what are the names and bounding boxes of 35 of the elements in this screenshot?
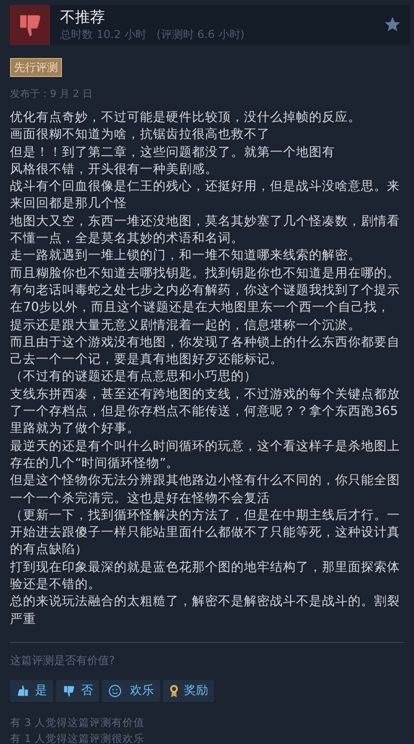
review-paragraph: 有句老话叫毒蛇之处七步之内必有解药，你这个谜题我找到了个提示在70步以外，而且这个谜题还是在大地图里东一个西一个自己找， (10, 280, 401, 316)
review-paragraph: 走一路就遇到一堆上锁的门，和一堆不知道哪来线索的解密。 (10, 246, 362, 264)
review-paragraph: 打到现在印象最深的就是蓝色花那个图的地牢结构了，那里面探索体验还是不错的。 (10, 558, 401, 592)
playtime-text: 总时数 10.2 小时 (60, 27, 146, 42)
thumb-down-button[interactable]: 否 (56, 680, 99, 702)
vote-count-text: 有 1 人觉得这篇评测很欢乐 (10, 732, 146, 744)
review-paragraph: 但是！！到了第二章，这些问题都没了。就第一个地图有 (10, 142, 336, 160)
verdict-title: 不推荐 (60, 8, 106, 27)
helpful-question: 这篇评测是否有价值? (10, 652, 116, 668)
review-paragraph: 但是这个怪物你无法分辨跟其他路边小怪有什么不同的，你只能全图一个一个杀完清完。这也是好在怪物不会复活 (10, 471, 401, 506)
review-paragraph: 战斗有个回血很像是仁王的残心，还挺好用，但是战斗没啥意思。来来回回都是那几个怪 (10, 177, 401, 212)
smile-button[interactable]: 欢乐 (102, 680, 160, 702)
thumb-down-icon (62, 684, 76, 698)
review-paragraph: 提示还是跟大量无意义剧情混着一起的，信息堪称一个沉淤。 (10, 316, 362, 333)
review-paragraph: 地图大又空，东西一堆还没地图，莫名其妙塞了几个怪凑数，剧情看不懂一点，全是莫名其妙的术语和名词。 (10, 212, 401, 246)
star-icon[interactable] (384, 16, 401, 33)
review-paragraph: （不过有的谜题还是有点意思和小巧思的） (10, 367, 258, 385)
thumb-up-button[interactable]: 是 (10, 680, 53, 702)
review-paragraph: 而且糊脸你也不知道去哪找钥匙。找到钥匙你也不知道是用在哪的。 (10, 264, 401, 281)
review-paragraph: 风格很不错，开头很有一种美剧感。 (10, 160, 219, 178)
posted-date: 发布于：9 月 2 日 (10, 88, 94, 101)
review-paragraph: （更新一下，找到循环怪解决的方法了，但是在中期主线后才行。一开始进去跟傻子一样只能站里面什么都做不了只能等死，这种设计真的有点缺陷） (10, 506, 401, 558)
award-button[interactable]: 奖励 (163, 680, 214, 702)
thumb-up-icon (16, 684, 30, 698)
medal-icon (169, 684, 179, 698)
review-paragraph: 最逆天的还是有个叫什么时间循环的玩意，这个看这样子是杀地图上存在的几个“时间循环怪物”。 (10, 436, 401, 472)
early-access-badge: 先行评测 (10, 58, 62, 77)
smiley-icon (108, 684, 122, 698)
review-paragraph: 总的来说玩法融合的太粗糙了，解密不是解密战斗不是战斗的。割裂严重 (10, 592, 401, 627)
playtime-at-review-text: (评测时 6.6 小时) (156, 27, 245, 42)
vote-count-text: 有 3 人觉得这篇评测有价值 (10, 716, 146, 731)
review-paragraph: 画面很糊不知道为啥，抗锯齿拉很高也救不了 (10, 125, 271, 143)
review-paragraph: 而且由于这个游戏没有地图，你发现了各种锁上的什么东西你都要自己去一个一个记，要是真有地图好歹还能标记。 (10, 332, 401, 368)
review-paragraph: 优化有点奇妙，不过可能是硬件比较顶，没什么掉帧的反应。 (10, 108, 362, 126)
review-paragraph: 支线东拼西凑，甚至还有跨地图的支线，不过游戏的每个关键点都放了一个存档点，但是你存档点不能传送，何意呢？？拿个东西跑365里路就为了做个好事。 (10, 384, 401, 437)
